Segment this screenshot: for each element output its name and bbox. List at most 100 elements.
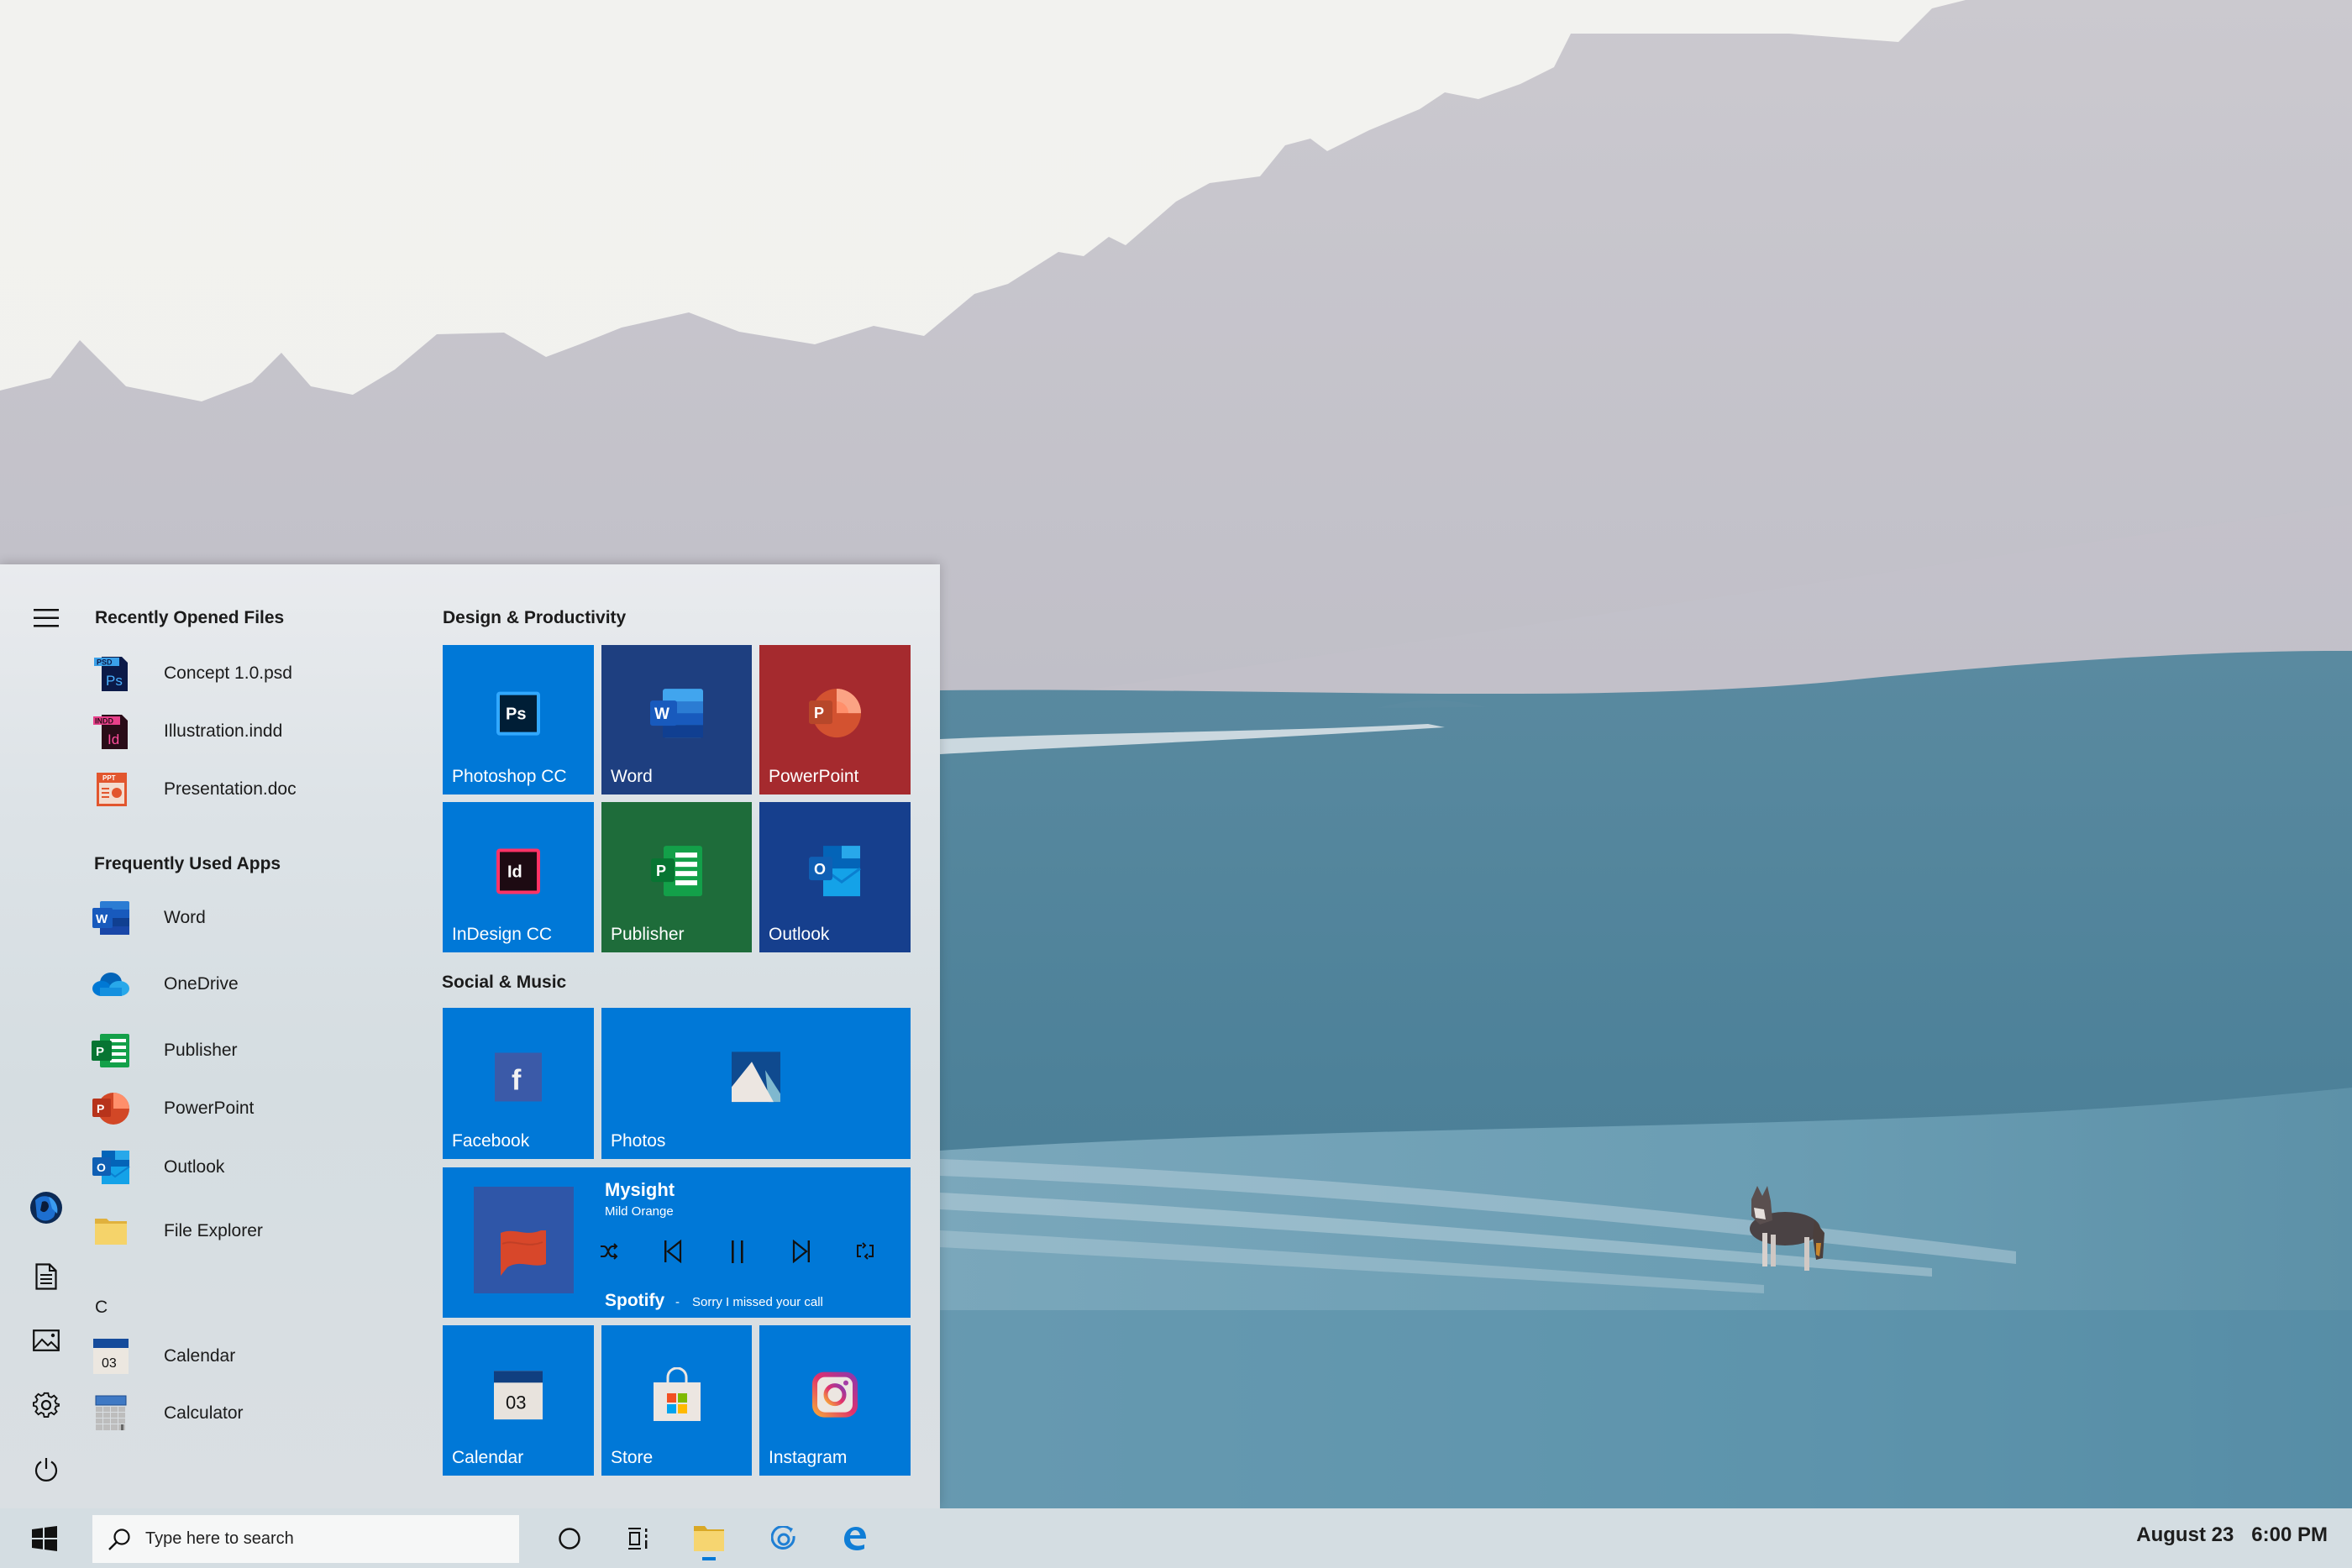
- svg-text:Id: Id: [507, 863, 522, 881]
- previous-track-button[interactable]: [656, 1235, 690, 1268]
- app-label: Calculator: [164, 1403, 244, 1423]
- windows-logo-icon: [32, 1526, 57, 1551]
- frequent-app-powerpoint[interactable]: P PowerPoint: [91, 1083, 427, 1134]
- edge-icon: [844, 1527, 866, 1550]
- shuffle-icon: [601, 1243, 618, 1260]
- app-label: Publisher: [164, 1041, 238, 1060]
- frequent-app-publisher[interactable]: P Publisher: [91, 1025, 427, 1076]
- pictures-icon: [33, 1329, 60, 1351]
- tile-facebook[interactable]: f Facebook: [443, 1008, 594, 1159]
- svg-text:03: 03: [102, 1356, 117, 1371]
- hamburger-menu-button[interactable]: [25, 597, 67, 639]
- tile-photos[interactable]: Photos: [601, 1008, 911, 1159]
- player-status: Sorry I missed your call: [692, 1295, 823, 1309]
- taskbar-edge[interactable]: [831, 1517, 878, 1560]
- taskbar-groove-music[interactable]: [760, 1517, 807, 1560]
- taskbar: August 23 6:00 PM: [0, 1508, 2352, 1568]
- repeat-icon: [857, 1242, 874, 1260]
- frequent-app-file-explorer[interactable]: File Explorer: [91, 1206, 427, 1256]
- tile-calendar[interactable]: 03 Calendar: [443, 1325, 594, 1476]
- photoshop-icon: Ps: [495, 690, 542, 742]
- cortana-circle-icon: [559, 1528, 580, 1550]
- tile-indesign[interactable]: Id InDesign CC: [443, 802, 594, 952]
- app-calculator[interactable]: Calculator: [91, 1388, 427, 1439]
- frequent-app-outlook[interactable]: O Outlook: [91, 1142, 427, 1193]
- recent-file-label: Presentation.doc: [164, 779, 297, 799]
- app-label: PowerPoint: [164, 1099, 255, 1118]
- player-separator: -: [675, 1295, 680, 1309]
- app-label: OneDrive: [164, 974, 239, 994]
- instagram-icon: [811, 1371, 858, 1422]
- outlook-icon: O: [808, 845, 862, 901]
- tile-label: Store: [611, 1448, 654, 1467]
- tile-group-heading: Social & Music: [442, 973, 567, 992]
- app-label: Outlook: [164, 1157, 225, 1177]
- track-title: Mysight: [605, 1179, 675, 1200]
- word-icon: W: [649, 687, 705, 743]
- svg-text:P: P: [656, 863, 666, 879]
- powerpoint-icon: P: [91, 1088, 131, 1129]
- app-calendar[interactable]: 03 Calendar: [91, 1331, 427, 1382]
- indesign-icon: Id: [495, 847, 542, 899]
- power-button[interactable]: [25, 1449, 67, 1491]
- tile-label: Calendar: [452, 1448, 524, 1467]
- settings-button[interactable]: [25, 1384, 67, 1426]
- powerpoint-icon: P: [808, 687, 862, 743]
- publisher-icon: P: [91, 1030, 131, 1071]
- outlook-icon: O: [91, 1147, 131, 1188]
- photos-icon: [732, 1051, 780, 1106]
- pause-icon: [731, 1240, 743, 1263]
- store-icon: [653, 1366, 701, 1424]
- tile-label: Outlook: [769, 925, 830, 944]
- recent-file-item[interactable]: PSD Ps Concept 1.0.psd: [91, 648, 427, 699]
- next-track-button[interactable]: [785, 1235, 818, 1268]
- frequent-apps-heading: Frequently Used Apps: [94, 854, 281, 873]
- documents-button[interactable]: [25, 1256, 67, 1298]
- calendar-icon: 03: [494, 1369, 543, 1424]
- track-artist: Mild Orange: [605, 1204, 674, 1219]
- power-icon: [34, 1458, 58, 1481]
- clock-date: August 23: [2136, 1523, 2234, 1546]
- tile-instagram[interactable]: Instagram: [759, 1325, 911, 1476]
- start-menu: Recently Opened Files PSD Ps Concept 1.0…: [0, 564, 940, 1508]
- recent-file-label: Illustration.indd: [164, 721, 283, 741]
- previous-track-icon: [664, 1240, 682, 1263]
- recent-file-item[interactable]: INDD Id Illustration.indd: [91, 706, 427, 757]
- svg-text:W: W: [96, 912, 108, 926]
- shuffle-button[interactable]: [592, 1235, 626, 1268]
- tile-word[interactable]: W Word: [601, 645, 752, 794]
- tile-store[interactable]: Store: [601, 1325, 752, 1476]
- system-clock[interactable]: August 23 6:00 PM: [2136, 1523, 2328, 1547]
- clock-time: 6:00 PM: [2251, 1523, 2328, 1546]
- recent-file-item[interactable]: PPT Presentation.doc: [91, 764, 427, 815]
- repeat-button[interactable]: [848, 1235, 882, 1268]
- svg-text:O: O: [814, 861, 826, 878]
- taskbar-file-explorer[interactable]: [685, 1517, 732, 1560]
- groove-music-icon: [771, 1526, 795, 1550]
- svg-text:f: f: [512, 1064, 522, 1096]
- tile-photoshop[interactable]: Ps Photoshop CC: [443, 645, 594, 794]
- svg-text:Ps: Ps: [106, 673, 123, 689]
- tile-publisher[interactable]: P Publisher: [601, 802, 752, 952]
- pause-button[interactable]: [721, 1235, 754, 1268]
- frequent-app-word[interactable]: W Word: [91, 893, 427, 943]
- alpha-letter-heading[interactable]: C: [95, 1298, 108, 1318]
- start-button[interactable]: [18, 1517, 71, 1560]
- search-input[interactable]: [145, 1529, 498, 1549]
- tile-outlook[interactable]: O Outlook: [759, 802, 911, 952]
- pictures-button[interactable]: [25, 1319, 67, 1361]
- tile-powerpoint[interactable]: P PowerPoint: [759, 645, 911, 794]
- next-track-icon: [792, 1240, 810, 1263]
- svg-text:Id: Id: [108, 732, 119, 747]
- spotify-player-tile[interactable]: Mysight Mild Orange Spotify - Sorry I mi…: [443, 1167, 911, 1318]
- user-avatar: [30, 1192, 62, 1224]
- taskbar-task-view[interactable]: [615, 1517, 662, 1560]
- search-box[interactable]: [92, 1515, 519, 1563]
- frequent-app-onedrive[interactable]: OneDrive: [91, 959, 427, 1009]
- tile-label: Facebook: [452, 1131, 530, 1151]
- taskbar-cortana[interactable]: [546, 1517, 593, 1560]
- calculator-icon: [91, 1393, 131, 1434]
- calendar-icon: 03: [91, 1336, 131, 1377]
- publisher-icon: P: [650, 845, 704, 901]
- user-avatar-button[interactable]: [25, 1187, 67, 1229]
